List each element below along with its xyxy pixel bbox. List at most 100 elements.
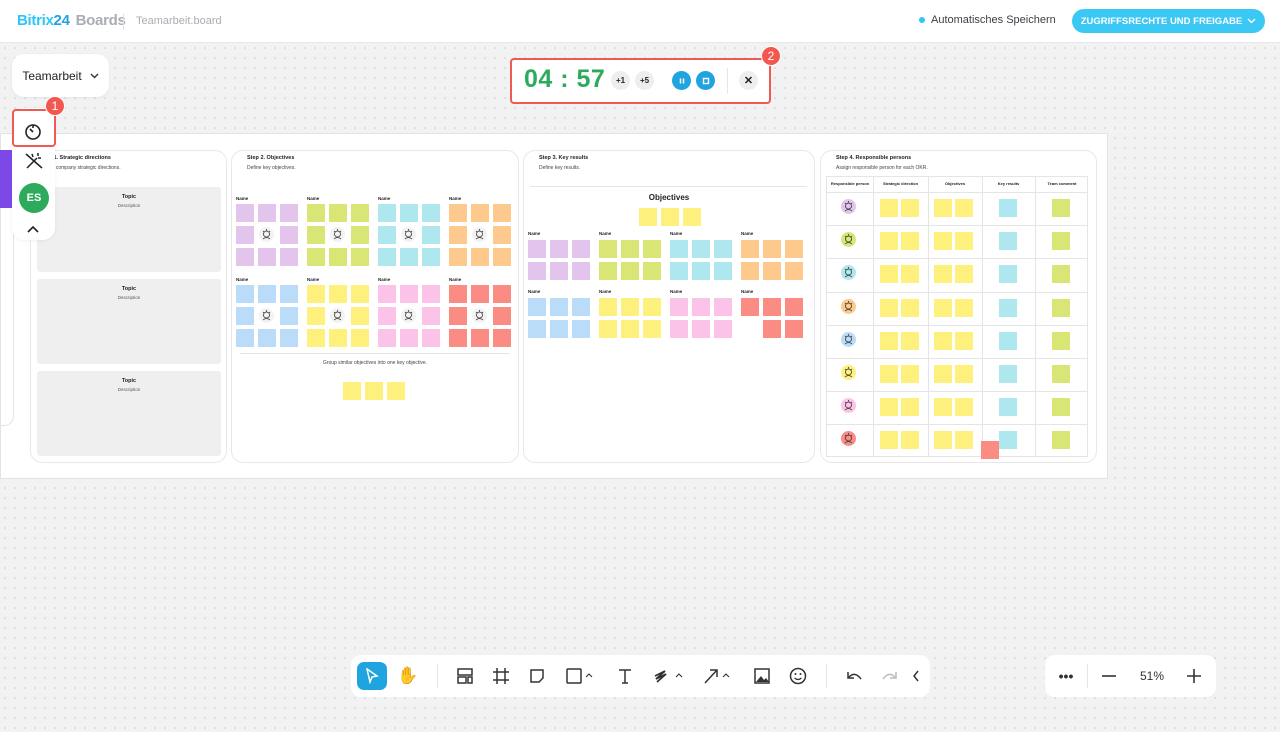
sticky-note[interactable] [999, 199, 1017, 217]
sticky-note[interactable] [763, 298, 781, 316]
sticky-note[interactable] [692, 262, 710, 280]
sticky-note[interactable] [378, 329, 396, 347]
sticky-note[interactable] [572, 320, 590, 338]
sticky-note[interactable] [999, 232, 1017, 251]
sticky-note[interactable] [714, 262, 732, 280]
sticky-note[interactable] [449, 226, 467, 244]
sticky-note[interactable] [493, 307, 511, 325]
sticky-note[interactable] [400, 248, 418, 266]
sticky-note[interactable] [493, 248, 511, 266]
sticky-note[interactable] [880, 431, 898, 450]
sticky-note[interactable] [378, 285, 396, 303]
sticky-note[interactable] [670, 240, 688, 258]
sticky-note[interactable] [599, 320, 617, 338]
sticky-note[interactable] [351, 204, 369, 222]
sticky-note[interactable] [528, 298, 546, 316]
sticky-note[interactable] [307, 285, 325, 303]
sticky-note[interactable] [400, 329, 418, 347]
sticky-note[interactable] [901, 365, 919, 383]
sticky-note[interactable] [329, 204, 347, 222]
sticky-note[interactable] [236, 307, 254, 325]
sticky-note[interactable] [1052, 331, 1070, 350]
sticky-note[interactable] [258, 248, 276, 266]
sticky-note[interactable] [643, 320, 661, 338]
sticky-note[interactable] [714, 320, 732, 338]
template-tool[interactable] [451, 662, 479, 690]
sticky-note[interactable] [471, 285, 489, 303]
frame-step2[interactable] [231, 150, 519, 463]
sticky-note[interactable] [258, 204, 276, 222]
sticky-note[interactable] [934, 232, 952, 251]
sticky-note[interactable] [351, 248, 369, 266]
sticky-note[interactable] [258, 329, 276, 347]
sticky-note[interactable] [999, 298, 1017, 317]
sticky-note[interactable] [955, 331, 973, 350]
sticky-note[interactable] [661, 208, 679, 226]
sticky-note[interactable] [422, 329, 440, 347]
sticky-note[interactable] [670, 320, 688, 338]
sticky-note[interactable] [880, 199, 898, 217]
sticky-note[interactable] [901, 199, 919, 217]
sticky-note[interactable] [880, 331, 898, 350]
arrow-tool[interactable] [699, 662, 739, 690]
sticky-note[interactable] [741, 298, 759, 316]
sticky-note[interactable] [572, 240, 590, 258]
sticky-note[interactable] [934, 431, 952, 450]
sticky-note[interactable] [934, 265, 952, 284]
sticky-note[interactable] [683, 208, 701, 226]
sticky-note[interactable] [621, 240, 639, 258]
topic-card[interactable]: Topic Description [37, 371, 221, 456]
sticky-note[interactable] [1052, 232, 1070, 251]
sticky-note[interactable] [901, 298, 919, 317]
sticky-note[interactable] [422, 204, 440, 222]
sticky-note[interactable] [999, 365, 1017, 383]
frame-tool[interactable] [487, 662, 515, 690]
sticky-note[interactable] [449, 204, 467, 222]
sticky-note[interactable] [343, 382, 361, 400]
sticky-note[interactable] [365, 382, 383, 400]
sticky-note[interactable] [1052, 298, 1070, 317]
topic-card[interactable]: Topic Description [37, 187, 221, 272]
sticky-note[interactable] [1052, 365, 1070, 383]
sticky-note[interactable] [934, 298, 952, 317]
more-options-button[interactable]: ••• [1053, 662, 1079, 690]
sticky-note[interactable] [692, 298, 710, 316]
sticky-note[interactable] [280, 285, 298, 303]
sticky-note[interactable] [599, 240, 617, 258]
sticky-note[interactable] [1052, 431, 1070, 450]
sticky-note[interactable] [351, 285, 369, 303]
sticky-note[interactable] [785, 240, 803, 258]
sticky-note[interactable] [639, 208, 657, 226]
sticky-note[interactable] [550, 298, 568, 316]
sticky-note[interactable] [493, 285, 511, 303]
share-button[interactable]: ZUGRIFFSRECHTE UND FREIGABE [1072, 9, 1265, 33]
sticky-note[interactable] [643, 240, 661, 258]
sticky-note[interactable] [307, 329, 325, 347]
sticky-note[interactable] [955, 365, 973, 383]
sticky-note[interactable] [400, 285, 418, 303]
sticky-note[interactable] [378, 204, 396, 222]
sticky-note[interactable] [449, 329, 467, 347]
sticky-note[interactable] [236, 285, 254, 303]
sticky-note[interactable] [880, 232, 898, 251]
sticky-note[interactable] [493, 329, 511, 347]
sticky-note[interactable] [955, 232, 973, 251]
sticky-note[interactable] [763, 240, 781, 258]
sticky-note[interactable] [280, 226, 298, 244]
zoom-out-button[interactable] [1095, 662, 1123, 690]
sticky-note[interactable] [258, 285, 276, 303]
sticky-note[interactable] [236, 329, 254, 347]
sticky-note[interactable] [955, 431, 973, 450]
sticky-note[interactable] [329, 248, 347, 266]
sticky-note[interactable] [981, 441, 999, 459]
sticky-note[interactable] [934, 331, 952, 350]
sticky-note[interactable] [643, 298, 661, 316]
sticky-note[interactable] [692, 240, 710, 258]
sticky-note[interactable] [329, 285, 347, 303]
sticky-note[interactable] [471, 248, 489, 266]
sticky-note[interactable] [378, 226, 396, 244]
sticky-note[interactable] [880, 365, 898, 383]
shape-tool[interactable] [561, 662, 601, 690]
sticky-note[interactable] [471, 204, 489, 222]
sticky-note[interactable] [999, 398, 1017, 417]
